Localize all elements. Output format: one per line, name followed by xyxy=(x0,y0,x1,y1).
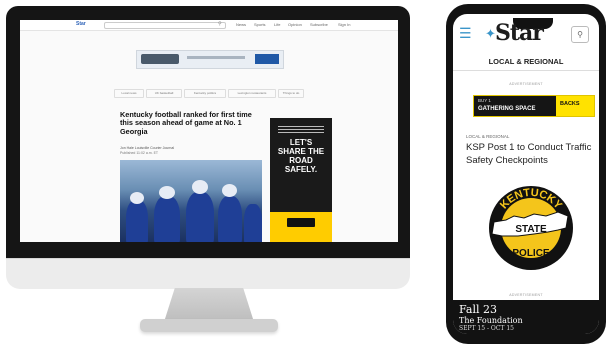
ad-brand-text: BACKS xyxy=(560,101,580,107)
site-search-input[interactable] xyxy=(104,22,226,29)
site-logo[interactable]: Star xyxy=(76,21,86,27)
section-title: LOCAL & REGIONAL xyxy=(453,57,599,71)
side-ad-logo xyxy=(287,218,315,227)
search-icon[interactable]: ⚲ xyxy=(571,26,589,43)
nav-item-subscribe[interactable]: Subscribe xyxy=(310,22,328,27)
side-ad[interactable]: LET'S SHARE THE ROAD SAFELY. xyxy=(270,118,332,242)
site-logo[interactable]: Star xyxy=(495,20,544,46)
desktop-screen: Star ⚲ News Sports Life Opinion Subscrib… xyxy=(20,20,398,242)
photo-helmet xyxy=(192,180,208,194)
monitor-stand xyxy=(164,288,254,322)
photo-player xyxy=(154,196,180,242)
article-kicker[interactable]: LOCAL & REGIONAL xyxy=(466,134,509,139)
bottom-ad-line2: The Foundation xyxy=(459,316,523,325)
tab-kentucky-politics[interactable]: Kentucky politics xyxy=(184,89,226,98)
photo-helmet xyxy=(222,184,237,197)
photo-helmet xyxy=(159,186,175,199)
seal-bottom-text: POLICE xyxy=(512,248,550,259)
phone-device: ☰ ✦ Star ⚲ LOCAL & REGIONAL ADVERTISEMEN… xyxy=(446,4,606,344)
nav-item-sign-in[interactable]: Sign In xyxy=(338,22,350,27)
bottom-sticky-ad[interactable]: Fall 23 The Foundation SEPT 15 - OCT 15 xyxy=(453,300,599,334)
tab-uk-basketball[interactable]: UK basketball xyxy=(146,89,182,98)
article-photo[interactable] xyxy=(120,160,262,242)
nav-item-life[interactable]: Life xyxy=(274,22,280,27)
tab-lexington-restaurants[interactable]: Lexington restaurants xyxy=(228,89,276,98)
ad-brand-logo xyxy=(255,54,279,64)
hamburger-icon[interactable]: ☰ xyxy=(459,26,472,40)
kentucky-state-police-seal[interactable]: KENTUCKY STATE POLICE xyxy=(488,176,574,276)
tab-local-news[interactable]: Local news xyxy=(114,89,144,98)
site-topbar: Star ⚲ News Sports Life Opinion Subscrib… xyxy=(20,20,398,31)
article-headline[interactable]: Kentucky football ranked for first time … xyxy=(120,110,252,136)
article-headline[interactable]: KSP Post 1 to Conduct Traffic Safety Che… xyxy=(466,141,592,167)
desktop-monitor: Star ⚲ News Sports Life Opinion Subscrib… xyxy=(6,6,410,258)
ad-main-text: GATHERING SPACE xyxy=(478,106,536,112)
seal-middle-text: STATE xyxy=(515,224,547,235)
phone-banner-ad[interactable]: BUY 1 GATHERING SPACE BACKS xyxy=(473,95,595,117)
nav-item-sports[interactable]: Sports xyxy=(254,22,266,27)
banner-ad[interactable] xyxy=(136,50,284,69)
photo-player xyxy=(186,192,214,242)
monitor-base xyxy=(140,319,278,332)
photo-helmet xyxy=(130,192,144,204)
topic-tabs: Local news UK basketball Kentucky politi… xyxy=(114,89,304,98)
article-byline: Jon Hale Louisville Courier Journal xyxy=(120,146,175,150)
photo-player xyxy=(126,200,148,242)
side-ad-text: LET'S SHARE THE ROAD SAFELY. xyxy=(277,138,325,174)
ad-label: ADVERTISEMENT xyxy=(509,82,543,86)
article-date: Published 11:02 a.m. ET xyxy=(120,151,159,155)
side-ad-footer xyxy=(270,212,332,242)
bottom-ad-line1: Fall 23 xyxy=(459,303,497,316)
tab-things-to-do[interactable]: Things to do xyxy=(278,89,304,98)
photo-player xyxy=(244,204,262,242)
ad-car-image xyxy=(141,54,179,64)
nav-item-news[interactable]: News xyxy=(236,22,246,27)
monitor-chin xyxy=(6,258,410,289)
side-ad-fine-print xyxy=(278,126,324,134)
ad-text-line xyxy=(187,56,245,59)
phone-screen: ☰ ✦ Star ⚲ LOCAL & REGIONAL ADVERTISEMEN… xyxy=(453,14,599,334)
search-icon[interactable]: ⚲ xyxy=(218,21,222,27)
ad-label: ADVERTISEMENT xyxy=(509,293,543,297)
nav-item-opinion[interactable]: Opinion xyxy=(288,22,302,27)
ad-small-text: BUY 1 xyxy=(478,98,491,103)
bottom-ad-line3: SEPT 15 - OCT 15 xyxy=(459,325,514,332)
photo-player xyxy=(218,196,242,242)
